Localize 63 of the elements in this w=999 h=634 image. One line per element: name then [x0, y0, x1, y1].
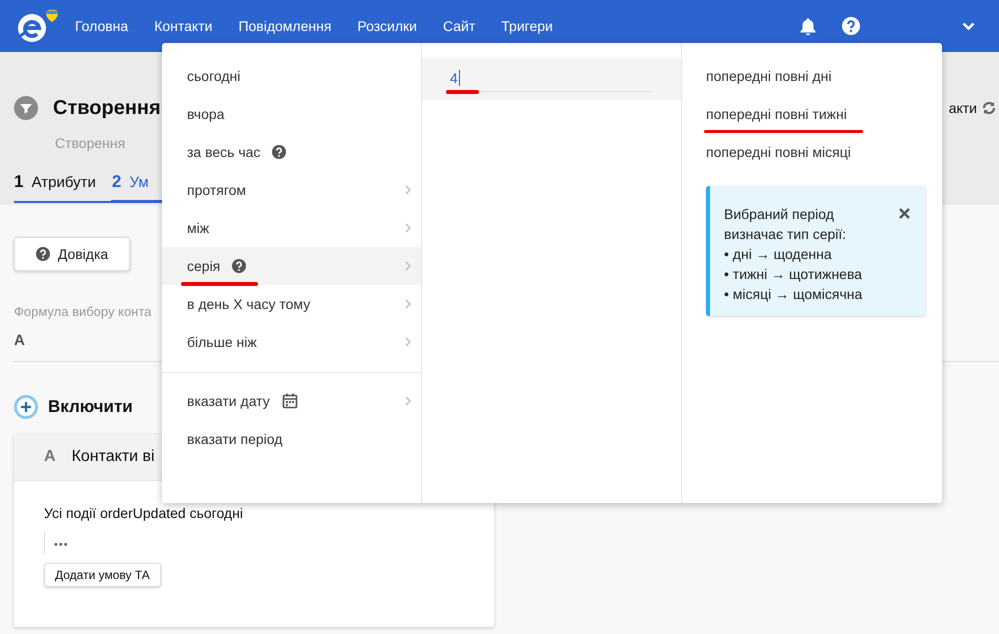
nav-link[interactable]: Сайт	[442, 18, 476, 34]
nav-link[interactable]: Контакти	[154, 18, 212, 34]
refresh-icon[interactable]	[982, 101, 996, 115]
menu-item-label: протягом	[187, 182, 246, 198]
contacts-link[interactable]: акти	[948, 100, 977, 116]
page-subtitle: Створення	[55, 135, 126, 151]
period-option[interactable]: попередні повні дні	[704, 57, 848, 95]
period-option[interactable]: попередні повні тижні	[704, 95, 863, 133]
menu-item-label: серія	[187, 258, 220, 274]
menu-item-label: вчора	[187, 106, 224, 122]
chevron-right-icon	[405, 299, 411, 309]
chevron-right-icon	[405, 223, 411, 233]
calendar-icon	[282, 393, 298, 409]
close-icon[interactable]	[899, 208, 910, 219]
funnel-icon	[14, 96, 38, 120]
period-option[interactable]: попередні повні місяці	[704, 133, 867, 171]
info-text: Вибраний період визначає тип серії:	[724, 205, 848, 244]
menu-item[interactable]: за весь час	[162, 133, 421, 171]
nav-link[interactable]: Тригери	[501, 18, 553, 34]
nav-link[interactable]: Повідомлення	[238, 18, 332, 34]
chevron-down-icon[interactable]	[962, 22, 975, 30]
page-title: Створення	[53, 96, 161, 120]
chevron-right-icon	[405, 185, 411, 195]
menu-item[interactable]: більше ніж	[162, 323, 421, 361]
formula-label: Формула вибору конта	[14, 304, 152, 319]
card-title: Контакти ві	[72, 448, 155, 466]
menu-item-label: вказати дату	[187, 393, 270, 409]
menu-item-label: між	[187, 220, 210, 236]
nav-link[interactable]: Розсилки	[357, 18, 417, 34]
menu-item[interactable]: між	[162, 209, 421, 247]
menu-item-label: сьогодні	[187, 68, 240, 84]
help-icon[interactable]	[232, 259, 246, 273]
add-condition-button[interactable]: Додати умову ТА	[44, 563, 161, 587]
formula-value: A	[14, 332, 25, 349]
group-letter: A	[44, 448, 56, 466]
chevron-right-icon	[405, 337, 411, 347]
info-bullet: • тижні → щотижнева	[724, 265, 864, 284]
help-icon[interactable]	[272, 145, 286, 159]
info-bullet: • дні → щоденна	[724, 245, 833, 264]
chevron-right-icon	[405, 261, 411, 271]
info-bullet: • місяці → щомісячна	[724, 285, 864, 304]
bell-icon[interactable]	[800, 18, 816, 34]
include-label: Включити	[48, 397, 133, 417]
help-icon	[36, 247, 50, 261]
menu-item[interactable]: вчора	[162, 95, 421, 133]
plus-circle-icon[interactable]	[14, 395, 38, 419]
menu-item[interactable]: вказати дату	[162, 382, 421, 420]
menu-item-label: за весь час	[187, 144, 260, 160]
menu-item[interactable]: в день X часу тому	[162, 285, 421, 323]
help-button[interactable]: Довідка	[14, 237, 130, 271]
chevron-right-icon	[405, 396, 411, 406]
menu-item[interactable]: серія	[162, 247, 421, 285]
help-icon[interactable]	[842, 17, 860, 35]
menu-item[interactable]: вказати період	[162, 420, 421, 458]
condition-text: Усі події orderUpdated сьогодні	[44, 505, 244, 521]
menu-item[interactable]: протягом	[162, 171, 421, 209]
menu-item-label: більше ніж	[187, 334, 257, 350]
menu-item[interactable]: сьогодні	[162, 57, 421, 95]
menu-item-label: в день X часу тому	[187, 296, 310, 312]
step-tab[interactable]: 1 Атрибути	[14, 168, 111, 203]
menu-item-label: вказати період	[187, 431, 282, 447]
more-menu[interactable]: •••	[54, 539, 69, 551]
nav-link[interactable]: Головна	[75, 18, 128, 34]
